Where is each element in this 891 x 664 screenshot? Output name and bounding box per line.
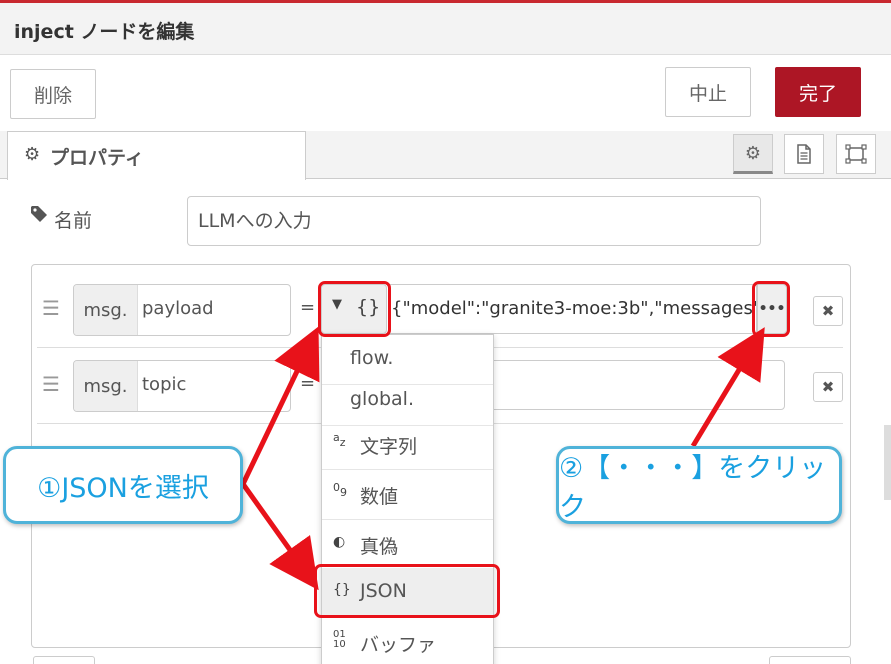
scrollbar[interactable] xyxy=(884,425,891,500)
inject-now-button[interactable] xyxy=(769,656,851,664)
callout-select-json: ①JSONを選択 xyxy=(3,446,243,524)
arrow-to-ellipsis-button xyxy=(690,327,765,448)
annotation-arrows xyxy=(240,326,765,591)
add-property-button[interactable] xyxy=(33,656,95,664)
arrow-to-json-item xyxy=(240,482,319,591)
callout-click-ellipsis: ②【・・・】をクリック xyxy=(556,446,842,524)
arrow-to-type-button xyxy=(240,326,320,486)
